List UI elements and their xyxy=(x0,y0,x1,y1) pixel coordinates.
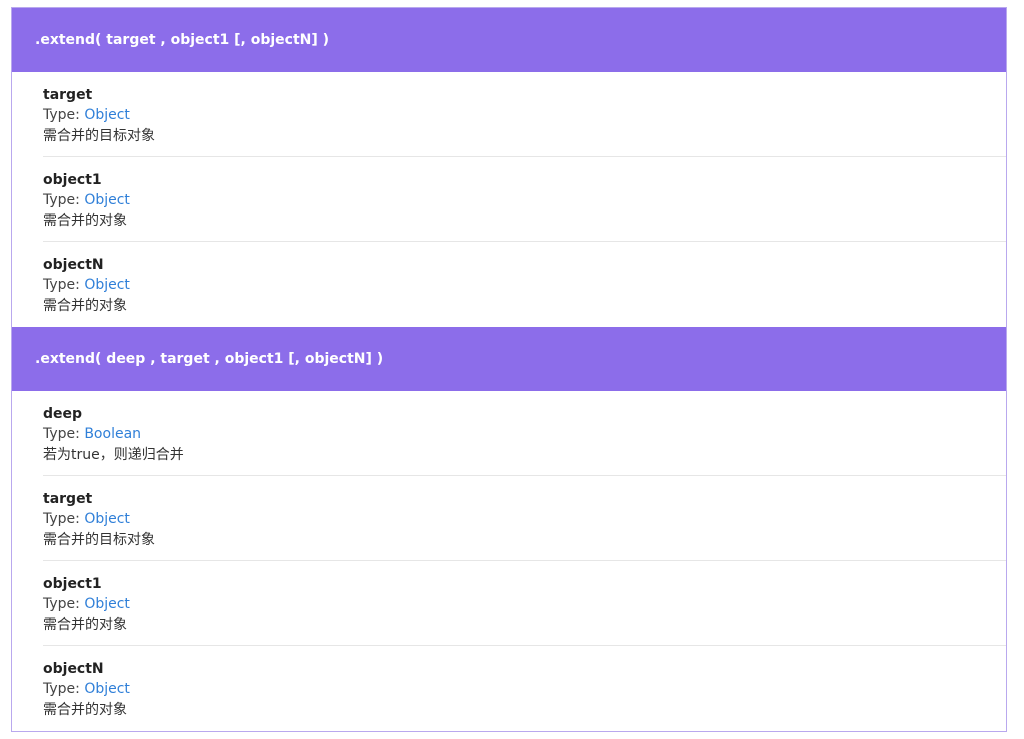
type-link[interactable]: Object xyxy=(84,192,130,208)
param-item: object1 Type: Object 需合并的对象 xyxy=(43,157,1006,242)
type-link[interactable]: Object xyxy=(84,681,130,697)
param-type: Type: Object xyxy=(43,190,1006,211)
type-label: Type: xyxy=(43,192,85,208)
param-item: objectN Type: Object 需合并的对象 xyxy=(43,646,1006,731)
type-link[interactable]: Object xyxy=(84,107,130,123)
type-link[interactable]: Object xyxy=(84,596,130,612)
param-description: 需合并的对象 xyxy=(43,617,127,633)
signature-header: .extend( target , object1 [, objectN] ) xyxy=(12,8,1006,72)
param-description: 若为true，则递归合并 xyxy=(43,447,184,463)
param-name: target xyxy=(43,491,93,507)
param-item: objectN Type: Object 需合并的对象 xyxy=(43,242,1006,327)
param-description: 需合并的对象 xyxy=(43,213,127,229)
type-label: Type: xyxy=(43,277,85,293)
signature-text: .extend( target , object1 [, objectN] ) xyxy=(35,32,330,48)
param-item: target Type: Object 需合并的目标对象 xyxy=(43,476,1006,561)
param-type: Type: Object xyxy=(43,275,1006,296)
param-name: deep xyxy=(43,406,83,422)
type-link[interactable]: Object xyxy=(84,277,130,293)
param-name: object1 xyxy=(43,576,102,592)
api-doc: .extend( target , object1 [, objectN] ) … xyxy=(11,7,1007,732)
param-description: 需合并的对象 xyxy=(43,702,127,718)
type-label: Type: xyxy=(43,681,85,697)
param-type: Type: Object xyxy=(43,509,1006,530)
type-link[interactable]: Object xyxy=(84,511,130,527)
param-name: objectN xyxy=(43,661,104,677)
param-item: target Type: Object 需合并的目标对象 xyxy=(43,72,1006,157)
type-label: Type: xyxy=(43,511,85,527)
param-name: object1 xyxy=(43,172,102,188)
type-label: Type: xyxy=(43,107,85,123)
signature-text: .extend( deep , target , object1 [, obje… xyxy=(35,351,384,367)
param-item: deep Type: Boolean 若为true，则递归合并 xyxy=(43,391,1006,476)
param-type: Type: Boolean xyxy=(43,424,1006,445)
param-item: object1 Type: Object 需合并的对象 xyxy=(43,561,1006,646)
param-type: Type: Object xyxy=(43,679,1006,700)
param-name: target xyxy=(43,87,93,103)
param-type: Type: Object xyxy=(43,105,1006,126)
type-link[interactable]: Boolean xyxy=(84,426,141,442)
param-name: objectN xyxy=(43,257,104,273)
signature-header: .extend( deep , target , object1 [, obje… xyxy=(12,327,1006,391)
param-description: 需合并的目标对象 xyxy=(43,532,155,548)
type-label: Type: xyxy=(43,596,85,612)
param-type: Type: Object xyxy=(43,594,1006,615)
param-description: 需合并的对象 xyxy=(43,298,127,314)
param-description: 需合并的目标对象 xyxy=(43,128,155,144)
type-label: Type: xyxy=(43,426,85,442)
